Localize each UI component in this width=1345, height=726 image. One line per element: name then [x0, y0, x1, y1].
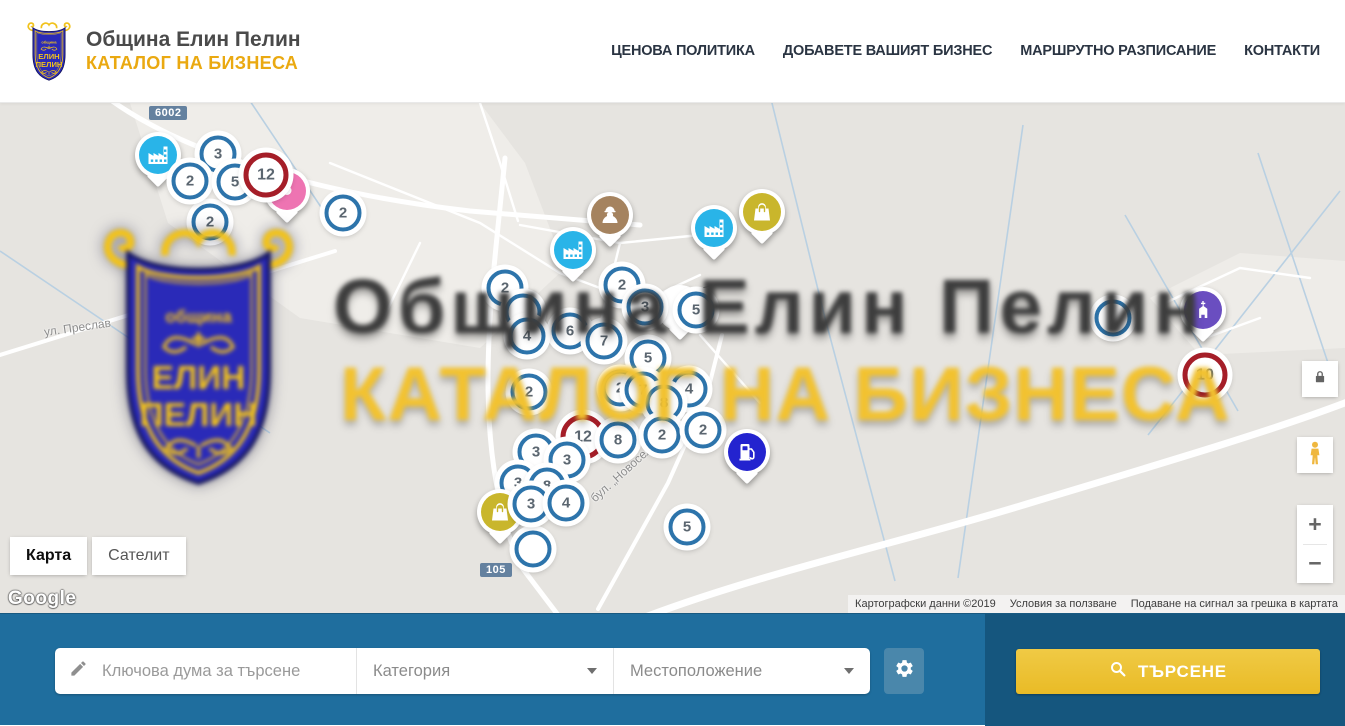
keyword-field[interactable] [55, 648, 357, 694]
header: община ЕЛИН ПЕЛИН Община Елин Пелин КАТА… [0, 0, 1345, 103]
cluster-count: 7 [600, 333, 608, 350]
search-bar: Категория Местоположение ТЪРСЕНЕ [0, 613, 1345, 725]
cluster-count: 2 [186, 173, 194, 190]
caret-down-icon [844, 668, 854, 674]
search-icon [1109, 660, 1127, 683]
map-cluster-marker[interactable]: 7 [586, 323, 623, 360]
cluster-count: 3 [641, 299, 649, 316]
zoom-in-button[interactable]: + [1297, 505, 1333, 544]
map-pin-factory-icon[interactable] [550, 227, 596, 273]
map-pin-bag-icon[interactable] [739, 189, 785, 235]
search-submit-label: ТЪРСЕНЕ [1138, 662, 1227, 682]
cluster-count: 3 [532, 444, 540, 461]
street-view-pegman[interactable] [1297, 437, 1333, 473]
map-cluster-marker[interactable]: 5 [678, 292, 715, 329]
category-select-value: Категория [373, 662, 450, 681]
crest-name-line2: ПЕЛИН [36, 60, 63, 69]
map-pin-fuel-icon[interactable] [724, 429, 770, 475]
location-select-value: Местоположение [630, 662, 762, 681]
site-subtitle: КАТАЛОГ НА БИЗНЕСА [86, 53, 301, 74]
pegman-icon [1303, 440, 1327, 471]
cluster-count: 5 [692, 302, 700, 319]
map-type-map-button[interactable]: Карта [10, 537, 87, 575]
site-title: Община Елин Пелин [86, 28, 301, 52]
map-cluster-marker[interactable]: 6 [552, 313, 589, 350]
cluster-count: 2 [339, 205, 347, 222]
lock-control[interactable] [1302, 361, 1338, 397]
cluster-count: 5 [231, 174, 239, 191]
cluster-count: 8 [614, 432, 622, 449]
map-cluster-marker[interactable]: 2 [685, 412, 722, 449]
map-cluster-marker[interactable]: 10 [1183, 353, 1228, 398]
google-logo[interactable]: Google [8, 588, 76, 610]
crest-top-text: община [41, 40, 57, 45]
map-cluster-marker[interactable]: 2 [644, 417, 681, 454]
cluster-count: 3 [527, 496, 535, 513]
cluster-count: 3 [563, 452, 571, 469]
category-select[interactable]: Категория [357, 648, 614, 694]
map-cluster-marker[interactable]: 8 [600, 422, 637, 459]
cluster-count: 4 [685, 381, 693, 398]
nav-item[interactable]: ДОБАВЕТЕ ВАШИЯТ БИЗНЕС [783, 43, 992, 59]
padlock-icon [1311, 368, 1329, 391]
search-fields-group: Категория Местоположение [55, 648, 870, 694]
map-cluster-marker[interactable]: 4 [548, 485, 585, 522]
map-cluster-marker[interactable]: 5 [630, 340, 667, 377]
cluster-count: 2 [658, 427, 666, 444]
map-cluster-marker[interactable]: 2 [172, 163, 209, 200]
search-submit-button[interactable]: ТЪРСЕНЕ [1016, 649, 1320, 694]
report-map-error-link[interactable]: Подаване на сигнал за грешка в картата [1124, 598, 1345, 610]
nav-item[interactable]: МАРШРУТНО РАЗПИСАНИЕ [1020, 43, 1216, 59]
attribution-copyright: Картографски данни ©2019 [848, 598, 1003, 610]
cluster-count: 2 [206, 214, 214, 231]
cluster-count: 6 [566, 323, 574, 340]
cluster-count: 2 [699, 422, 707, 439]
cluster-count: 8 [660, 395, 668, 412]
map-cluster-marker[interactable]: 2 [192, 204, 229, 241]
cluster-count: 2 [525, 384, 533, 401]
gear-icon [894, 658, 915, 684]
map-cluster-marker[interactable] [515, 531, 552, 568]
map-cluster-marker[interactable] [1095, 300, 1132, 337]
cluster-count: 3 [214, 146, 222, 163]
cluster-count: 2 [616, 380, 624, 397]
keyword-search-input[interactable] [100, 661, 342, 682]
terms-of-use-link[interactable]: Условия за ползване [1003, 598, 1124, 610]
pencil-icon [69, 659, 88, 683]
map-cluster-marker[interactable]: 5 [669, 509, 706, 546]
map-type-controls: Карта Сателит [10, 537, 186, 575]
map-type-satellite-button[interactable]: Сателит [92, 537, 185, 575]
advanced-settings-button[interactable] [884, 648, 924, 694]
cluster-count: 2 [501, 280, 509, 297]
map-pin-church-icon[interactable] [1180, 287, 1226, 333]
cluster-count: 5 [683, 519, 691, 536]
cluster-count: 12 [257, 166, 275, 184]
map-cluster-marker[interactable]: 3 [627, 289, 664, 326]
map-cluster-marker[interactable]: 3 [513, 486, 550, 523]
map-attribution: Картографски данни ©2019 Условия за полз… [848, 595, 1345, 613]
location-select[interactable]: Местоположение [614, 648, 870, 694]
zoom-out-button[interactable]: − [1297, 545, 1333, 584]
map-cluster-marker[interactable]: 2 [325, 195, 362, 232]
zoom-controls: + − [1297, 505, 1333, 583]
map-cluster-marker[interactable]: 4 [509, 318, 546, 355]
cluster-count: 4 [523, 328, 531, 345]
map-pin-factory-icon[interactable] [691, 205, 737, 251]
nav-item[interactable]: ЦЕНОВА ПОЛИТИКА [611, 43, 755, 59]
site-brand[interactable]: община ЕЛИН ПЕЛИН Община Елин Пелин КАТА… [25, 19, 301, 83]
nav-item[interactable]: КОНТАКТИ [1244, 43, 1320, 59]
map-canvas[interactable]: 2325122223564752274812822333834510 общин… [0, 103, 1345, 613]
cluster-count: 10 [1196, 366, 1214, 384]
caret-down-icon [587, 668, 597, 674]
map-cluster-marker[interactable]: 2 [511, 374, 548, 411]
cluster-count: 4 [562, 495, 570, 512]
crest-name-line1: ЕЛИН [38, 52, 59, 61]
cluster-count: 5 [644, 350, 652, 367]
cluster-count: 2 [618, 277, 626, 294]
map-markers-layer: 2325122223564752274812822333834510 [0, 103, 1345, 613]
municipality-crest-icon: община ЕЛИН ПЕЛИН [25, 19, 73, 83]
main-nav: ЦЕНОВА ПОЛИТИКА ДОБАВЕТЕ ВАШИЯТ БИЗНЕС МАР… [611, 43, 1320, 59]
map-cluster-marker[interactable]: 12 [244, 153, 289, 198]
